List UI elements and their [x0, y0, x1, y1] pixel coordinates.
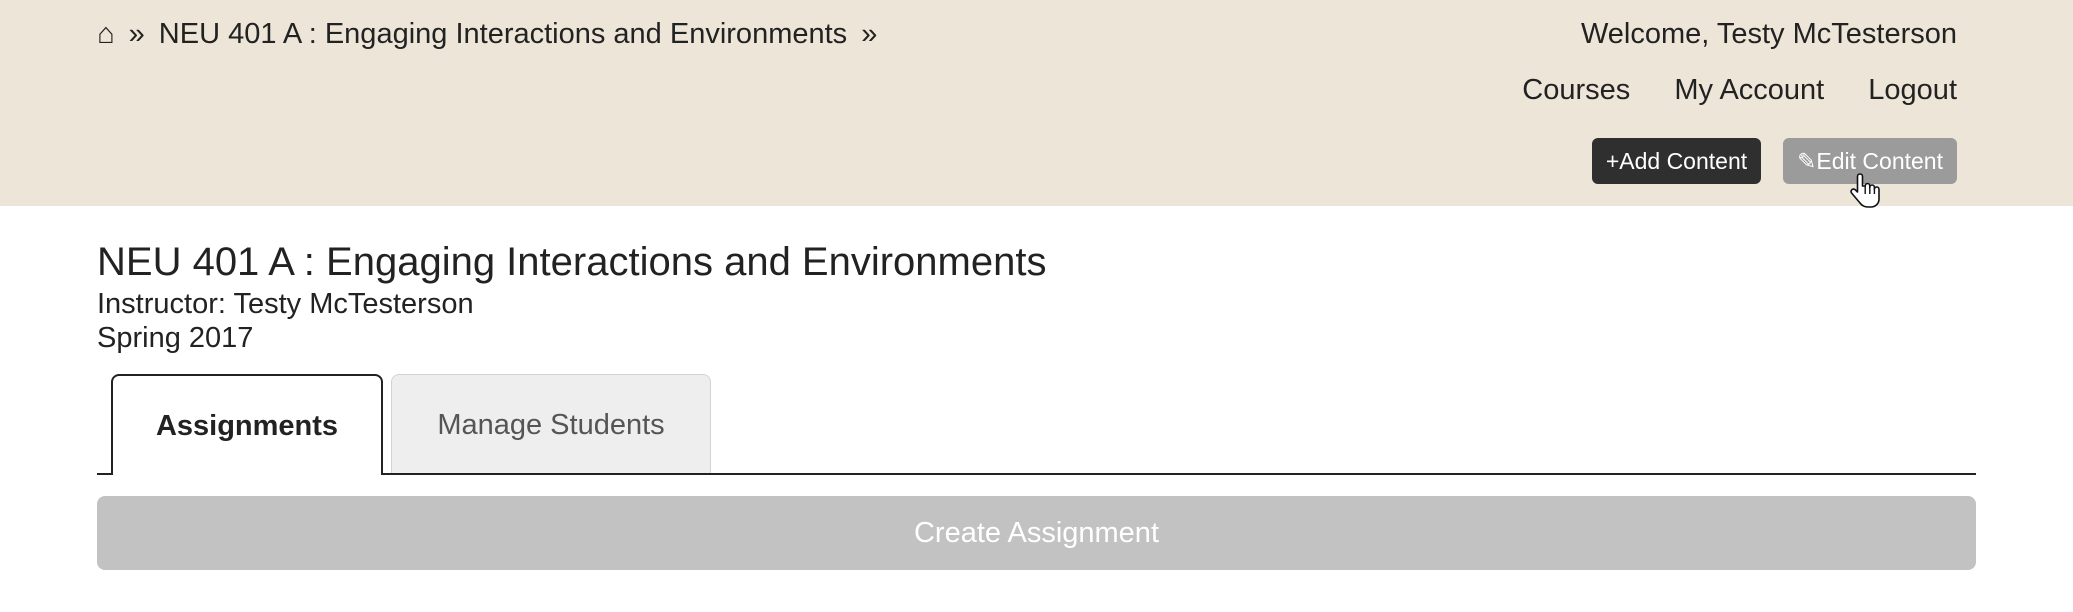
- nav-logout-link[interactable]: Logout: [1868, 74, 1957, 106]
- tab-assignments[interactable]: Assignments: [111, 374, 383, 475]
- breadcrumb-separator: »: [861, 18, 878, 50]
- nav-courses-link[interactable]: Courses: [1522, 74, 1630, 106]
- breadcrumb-separator: »: [128, 18, 145, 50]
- hand-pointer-cursor-icon: [1850, 173, 1880, 208]
- breadcrumb-course-link[interactable]: NEU 401 A : Engaging Interactions and En…: [159, 18, 847, 50]
- content-buttons: +Add Content ✎Edit Content: [1591, 138, 1957, 184]
- home-icon[interactable]: ⌂: [97, 18, 115, 50]
- instructor-text: Instructor: Testy McTesterson: [97, 288, 474, 320]
- add-content-button[interactable]: +Add Content: [1591, 138, 1762, 184]
- top-nav: Courses My Account Logout: [1486, 70, 1957, 110]
- tab-manage-students[interactable]: Manage Students: [391, 374, 711, 474]
- page-title: NEU 401 A : Engaging Interactions and En…: [97, 240, 1047, 284]
- breadcrumb: ⌂ » NEU 401 A : Engaging Interactions an…: [97, 14, 883, 54]
- nav-my-account-link[interactable]: My Account: [1674, 74, 1824, 106]
- term-text: Spring 2017: [97, 322, 254, 354]
- site-header: ⌂ » NEU 401 A : Engaging Interactions an…: [0, 0, 2073, 206]
- welcome-text: Welcome, Testy McTesterson: [1580, 18, 1957, 50]
- create-assignment-button[interactable]: Create Assignment: [97, 496, 1976, 570]
